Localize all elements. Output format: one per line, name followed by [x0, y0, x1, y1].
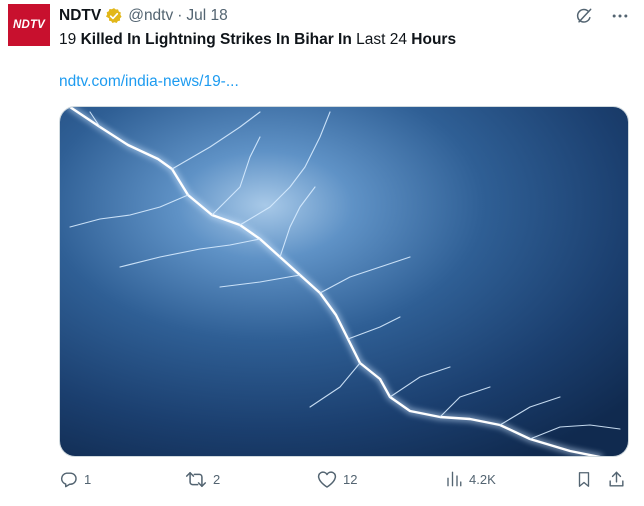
avatar[interactable]: NDTV: [8, 4, 50, 46]
author-name[interactable]: NDTV: [59, 7, 101, 25]
reply-icon: [59, 470, 78, 489]
share-icon: [607, 470, 626, 489]
retweet-button[interactable]: 2: [185, 470, 220, 489]
headline-part-bold: Hours: [411, 31, 457, 48]
headline-part-bold: Killed In Lightning Strikes In Bihar In: [80, 31, 352, 48]
tweet-date[interactable]: Jul 18: [186, 7, 227, 25]
reply-count: 1: [84, 472, 92, 487]
views-button[interactable]: 4.2K: [445, 470, 496, 488]
like-icon: [317, 470, 337, 489]
action-bar: 1 2 12 4.2K: [59, 470, 634, 494]
like-button[interactable]: 12: [317, 470, 357, 489]
lightning-image: [60, 107, 628, 456]
bookmark-button[interactable]: [575, 470, 593, 489]
share-button[interactable]: [607, 470, 626, 489]
tweet-header: NDTV @ndtv · Jul 18: [59, 5, 228, 27]
retweet-count: 2: [213, 472, 221, 487]
separator-dot: ·: [177, 7, 183, 24]
retweet-icon: [185, 470, 207, 489]
author-handle[interactable]: @ndtv: [128, 7, 173, 25]
grok-icon[interactable]: [574, 6, 594, 26]
tweet-card[interactable]: NDTV NDTV @ndtv · Jul 18 19 Killed In Li…: [0, 0, 644, 506]
tweet-text: 19 Killed In Lightning Strikes In Bihar …: [59, 30, 456, 50]
avatar-logo-text: NDTV: [12, 19, 46, 31]
like-count: 12: [343, 472, 358, 487]
tweet-image[interactable]: [59, 106, 629, 457]
views-icon: [445, 470, 463, 488]
headline-part: 19: [59, 31, 81, 48]
article-link[interactable]: ndtv.com/india-news/19-...: [59, 73, 239, 91]
bookmark-icon: [575, 470, 593, 489]
reply-button[interactable]: 1: [59, 470, 91, 489]
views-count: 4.2K: [469, 471, 496, 487]
more-icon[interactable]: [610, 6, 630, 26]
top-actions: [574, 6, 630, 26]
headline-part: Last 24: [351, 31, 412, 48]
verified-badge-icon[interactable]: [105, 7, 123, 25]
